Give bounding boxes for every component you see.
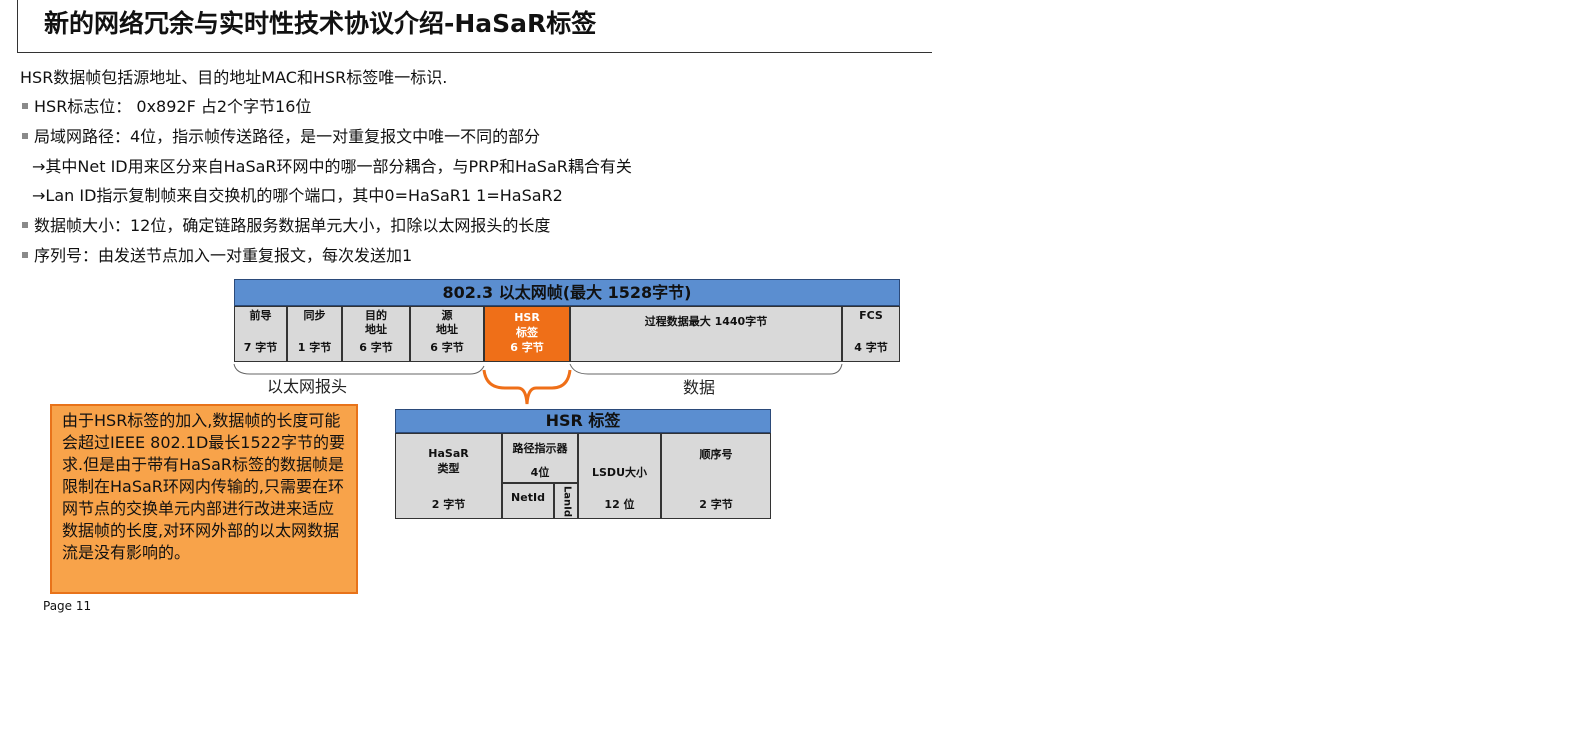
cell-lanid: LanId	[554, 483, 578, 519]
cell-name: 顺序号	[699, 448, 733, 461]
cell-size: 4位	[530, 466, 550, 479]
cell-name: HaSaR 类型	[428, 447, 469, 475]
cell-sequence-number: 顺序号 2 字节	[661, 433, 771, 519]
cell-size: 12 位	[604, 498, 635, 511]
cell-name: LSDU大小	[592, 466, 647, 479]
note-box: 由于HSR标签的加入,数据帧的长度可能会超过IEEE 802.1D最长1522字…	[50, 404, 358, 594]
cell-netid: NetId	[502, 483, 554, 519]
label-ethernet-header: 以太网报头	[267, 377, 348, 396]
page-number: Page 11	[43, 599, 92, 613]
label-data: 数据	[683, 378, 716, 397]
brace-data	[569, 363, 843, 375]
cell-name: NetId	[511, 491, 545, 504]
brace-overlay	[233, 363, 843, 405]
cell-size: 2 字节	[431, 498, 466, 511]
cell-name: LanId	[561, 485, 573, 518]
cell-lsdu-size: LSDU大小 12 位	[578, 433, 661, 519]
brace-hsr	[482, 369, 572, 405]
cell-name: 路径指示器	[512, 442, 568, 455]
hsr-tag-header: HSR 标签	[395, 409, 771, 433]
cell-path-indicator: 路径指示器 4位	[502, 433, 578, 483]
cell-hasar-type: HaSaR 类型 2 字节	[395, 433, 502, 519]
hsr-tag-diagram: HSR 标签 HaSaR 类型 2 字节 路径指示器 4位 NetId LanI…	[395, 409, 771, 519]
cell-size: 2 字节	[699, 498, 733, 511]
